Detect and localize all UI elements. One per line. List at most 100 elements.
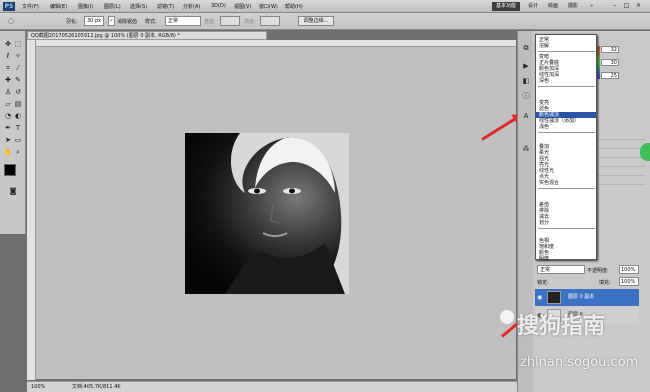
fill-label: 填充:: [599, 280, 611, 286]
marquee-options-icon[interactable]: ◌: [6, 16, 16, 26]
side-widget-button[interactable]: [640, 143, 650, 161]
menu-window[interactable]: 窗口(W): [259, 3, 278, 10]
menu-layer[interactable]: 图层(L): [104, 3, 121, 10]
portrait-shapes: [225, 133, 349, 294]
app-logo: PS: [3, 2, 15, 11]
info-panel-icon[interactable]: ⓘ: [521, 91, 531, 101]
zoom-tool-icon[interactable]: ⌕: [13, 147, 23, 157]
menu-separator: [538, 132, 595, 133]
width-label: 宽度:: [204, 19, 216, 25]
layer-thumbnail: [547, 291, 561, 304]
opacity-input[interactable]: 100%: [619, 265, 639, 274]
workspace-painting[interactable]: 绘画: [544, 2, 562, 11]
blend-option[interactable]: 溶解: [539, 43, 549, 49]
close-button[interactable]: ×: [634, 2, 643, 10]
minimize-button[interactable]: –: [610, 2, 619, 10]
document-tab[interactable]: QQ截图20170526105912.jpg @ 100% (图层 0 副本, …: [27, 31, 267, 40]
antialias-checkbox[interactable]: ✓: [108, 16, 115, 26]
options-bar: ◌ 羽化: 30 px ✓ 消除锯齿 样式: 正常 宽度: 高度: 调整边缘..…: [0, 13, 650, 30]
workspace-more[interactable]: »: [586, 2, 597, 11]
refine-edge-button[interactable]: 调整边缘...: [298, 16, 334, 26]
workspace-essentials[interactable]: 基本功能: [492, 2, 521, 11]
character-panel-icon[interactable]: A: [521, 111, 531, 121]
red-value[interactable]: 32: [601, 46, 619, 53]
stamp-tool-icon[interactable]: ♙: [3, 87, 13, 97]
antialias-label: 消除锯齿: [117, 19, 138, 25]
sogou-logo-icon: [500, 310, 514, 324]
pen-tool-icon[interactable]: ✒: [3, 123, 13, 133]
watermark-brand: 搜狗指南: [517, 314, 606, 339]
vertical-ruler: [27, 40, 36, 380]
magic-wand-icon[interactable]: ✧: [13, 51, 23, 61]
move-tool-icon[interactable]: ✥: [3, 39, 13, 49]
healing-brush-icon[interactable]: ✚: [3, 75, 13, 85]
blend-option[interactable]: 浅色: [539, 124, 549, 130]
hand-tool-icon[interactable]: ✋: [3, 147, 13, 157]
zoom-level[interactable]: 100%: [31, 382, 45, 392]
path-select-icon[interactable]: ➤: [3, 135, 13, 145]
style-label: 样式:: [145, 19, 157, 25]
menu-select[interactable]: 选择(S): [130, 3, 147, 10]
adjustments-panel-icon[interactable]: ◧: [521, 76, 531, 86]
dodge-tool-icon[interactable]: ◐: [13, 111, 23, 121]
history-panel-icon[interactable]: ⧉: [521, 43, 531, 53]
menu-3d[interactable]: 3D(D): [211, 3, 226, 9]
actions-panel-icon[interactable]: ▶: [521, 61, 531, 71]
foreground-color-swatch[interactable]: [4, 164, 16, 176]
brush-panel-icon[interactable]: ⁂: [521, 144, 531, 154]
gradient-tool-icon[interactable]: ▤: [13, 99, 23, 109]
menu-analysis[interactable]: 分析(A): [183, 3, 200, 10]
feather-input[interactable]: 30 px: [84, 16, 104, 26]
lasso-tool-icon[interactable]: ℓ: [3, 51, 13, 61]
width-input[interactable]: [220, 16, 240, 26]
workspace-photography[interactable]: 摄影: [564, 2, 582, 11]
menu-file[interactable]: 文件(F): [22, 3, 39, 10]
menu-separator: [538, 228, 595, 229]
status-bar: 100% 文档:405.7K/811.4K: [27, 381, 517, 392]
layer-name: 图层 0 副本: [568, 294, 595, 300]
height-input[interactable]: [260, 16, 280, 26]
menu-bar: PS 文件(F) 编辑(E) 图像(I) 图层(L) 选择(S) 滤镜(T) 分…: [0, 0, 650, 13]
feather-label: 羽化:: [66, 19, 78, 25]
menu-separator: [538, 188, 595, 189]
styles-list: [595, 131, 645, 191]
workspace-design[interactable]: 设计: [524, 2, 542, 11]
crop-tool-icon[interactable]: ⌗: [3, 63, 13, 73]
blue-value[interactable]: 25: [601, 72, 619, 79]
shape-tool-icon[interactable]: ▭: [13, 135, 23, 145]
toolbox: ✥ ⬚ ℓ ✧ ⌗ ⁄ ✚ ✎ ♙ ↺ ▱ ▤ ◔ ◐ ✒ T ➤ ▭ ✋ ⌕ …: [0, 31, 26, 234]
blend-option[interactable]: 深色: [539, 78, 549, 84]
document-info: 文档:405.7K/811.4K: [72, 384, 121, 390]
quick-mask-icon[interactable]: ◙: [8, 186, 18, 196]
menu-filter[interactable]: 滤镜(T): [157, 3, 174, 10]
menu-image[interactable]: 图像(I): [78, 3, 93, 10]
type-tool-icon[interactable]: T: [13, 123, 23, 133]
blend-option[interactable]: 明度: [539, 256, 549, 262]
eyedropper-icon[interactable]: ⁄: [13, 63, 23, 73]
blend-option[interactable]: 实色混合: [539, 180, 559, 186]
style-select[interactable]: 正常: [165, 16, 201, 26]
height-label: 高度:: [244, 19, 256, 25]
horizontal-ruler: [36, 40, 516, 47]
green-value[interactable]: 30: [601, 59, 619, 66]
layer-row-selected[interactable]: ◉ 图层 0 副本: [535, 289, 639, 306]
blend-mode-menu[interactable]: 正常 溶解 变暗 正片叠底 颜色加深 线性加深 深色 变亮 滤色 颜色减淡 线性…: [535, 34, 597, 262]
lock-label: 锁定:: [537, 280, 549, 286]
inverted-portrait-image: [185, 133, 349, 294]
menu-separator: [538, 51, 595, 52]
visibility-eye-icon[interactable]: ◉: [537, 289, 542, 306]
menu-edit[interactable]: 编辑(E): [50, 3, 67, 10]
maximize-button[interactable]: □: [622, 2, 631, 10]
brush-tool-icon[interactable]: ✎: [13, 75, 23, 85]
menu-view[interactable]: 视图(V): [234, 3, 251, 10]
history-brush-icon[interactable]: ↺: [13, 87, 23, 97]
eraser-tool-icon[interactable]: ▱: [3, 99, 13, 109]
blend-mode-select[interactable]: 正常: [537, 265, 585, 274]
fill-input[interactable]: 100%: [619, 277, 639, 286]
menu-separator: [538, 86, 595, 87]
opacity-label: 不透明度:: [587, 268, 609, 274]
blend-option[interactable]: 划分: [539, 220, 549, 226]
blur-tool-icon[interactable]: ◔: [3, 111, 13, 121]
menu-help[interactable]: 帮助(H): [285, 3, 303, 10]
marquee-tool-icon[interactable]: ⬚: [13, 39, 23, 49]
